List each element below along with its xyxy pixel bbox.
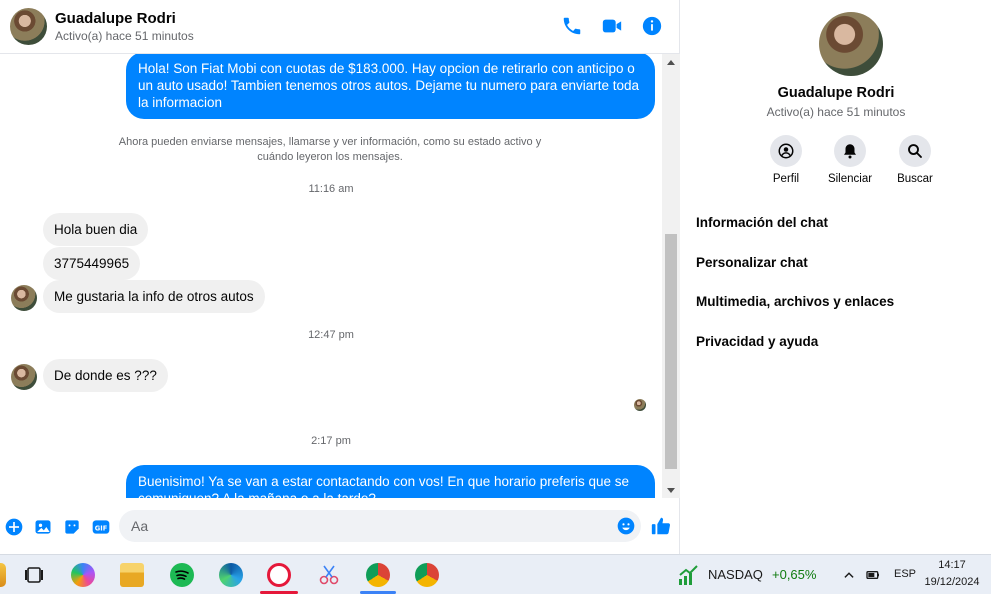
contact-avatar-small[interactable] — [11, 285, 37, 311]
menu-chat-info[interactable]: Información del chat — [696, 215, 828, 230]
chat-header: Guadalupe Rodri Activo(a) hace 51 minuto… — [0, 0, 680, 54]
chat-info-panel: Guadalupe Rodri Activo(a) hace 51 minuto… — [681, 0, 991, 554]
info-icon[interactable] — [641, 15, 663, 37]
stock-change[interactable]: +0,65% — [772, 567, 816, 582]
system-notice: Ahora pueden enviarse mensajes, llamarse… — [118, 136, 542, 163]
thumbs-up-icon[interactable] — [650, 515, 672, 537]
contact-avatar[interactable] — [10, 8, 47, 45]
svg-text:GIF: GIF — [95, 524, 108, 532]
menu-customize-chat[interactable]: Personalizar chat — [696, 255, 808, 270]
plus-icon[interactable] — [4, 517, 24, 537]
task-view-icon[interactable] — [22, 563, 46, 587]
message-input[interactable] — [131, 516, 611, 536]
file-explorer-icon[interactable] — [120, 563, 144, 587]
contact-avatar-small[interactable] — [11, 364, 37, 390]
scroll-thumb[interactable] — [665, 234, 677, 469]
spotify-icon[interactable] — [170, 563, 194, 587]
chrome-profile-icon[interactable] — [415, 563, 439, 587]
contact-name[interactable]: Guadalupe Rodri — [55, 10, 176, 27]
incoming-message[interactable]: 3775449965 — [43, 247, 141, 280]
stock-name[interactable]: NASDAQ — [708, 567, 763, 582]
copilot-icon[interactable] — [71, 563, 95, 587]
profile-label: Perfil — [772, 173, 800, 185]
gif-icon[interactable]: GIF — [91, 517, 111, 537]
bell-icon[interactable] — [834, 135, 866, 167]
scroll-down-arrow-icon[interactable] — [667, 488, 675, 493]
edge-icon[interactable] — [219, 563, 243, 587]
snipping-tool-icon[interactable] — [317, 563, 341, 587]
incoming-message[interactable]: De donde es ??? — [43, 359, 168, 392]
video-call-icon[interactable] — [601, 15, 623, 37]
message-input-container[interactable] — [119, 510, 641, 542]
clock-time[interactable]: 14:17 — [920, 559, 984, 571]
timestamp: 12:47 pm — [308, 329, 354, 341]
mute-button[interactable]: Silenciar — [815, 135, 885, 185]
chevron-up-icon[interactable] — [842, 568, 856, 582]
profile-button[interactable]: Perfil — [751, 135, 821, 185]
timestamp: 11:16 am — [308, 183, 354, 195]
chrome-icon[interactable] — [366, 563, 390, 587]
widget-icon[interactable] — [0, 563, 6, 587]
menu-privacy-help[interactable]: Privacidad y ayuda — [696, 334, 818, 349]
profile-name: Guadalupe Rodri — [777, 85, 895, 101]
clock-date[interactable]: 19/12/2024 — [920, 576, 984, 588]
contact-status: Activo(a) hace 51 minutos — [55, 29, 194, 43]
messenger-app: Guadalupe Rodri Activo(a) hace 51 minuto… — [0, 0, 991, 554]
scrollbar[interactable] — [662, 54, 680, 498]
battery-icon[interactable] — [865, 567, 881, 583]
search-label: Buscar — [897, 173, 933, 185]
input-language[interactable]: ESP — [894, 568, 916, 580]
menu-media-files-links[interactable]: Multimedia, archivos y enlaces — [696, 294, 894, 309]
scroll-up-arrow-icon[interactable] — [667, 60, 675, 65]
outgoing-message[interactable]: Hola! Son Fiat Mobi con cuotas de $183.0… — [126, 54, 655, 119]
search-icon[interactable] — [899, 135, 931, 167]
stock-trend-icon[interactable] — [677, 563, 701, 587]
emoji-icon[interactable] — [616, 516, 636, 536]
opera-icon[interactable] — [267, 563, 291, 587]
composer: GIF — [0, 498, 680, 554]
outgoing-message[interactable]: Buenisimo! Ya se van a estar contactando… — [126, 465, 655, 498]
profile-icon[interactable] — [770, 135, 802, 167]
profile-status: Activo(a) hace 51 minutos — [766, 105, 906, 119]
profile-avatar[interactable] — [819, 12, 883, 76]
message-list[interactable]: Hola! Son Fiat Mobi con cuotas de $183.0… — [0, 54, 662, 498]
read-receipt-avatar — [634, 399, 646, 411]
phone-call-icon[interactable] — [561, 15, 583, 37]
sticker-icon[interactable] — [62, 517, 82, 537]
chat-panel: Guadalupe Rodri Activo(a) hace 51 minuto… — [0, 0, 680, 554]
timestamp: 2:17 pm — [311, 435, 351, 447]
incoming-message[interactable]: Me gustaria la info de otros autos — [43, 280, 265, 313]
incoming-message[interactable]: Hola buen dia — [43, 213, 149, 246]
windows-taskbar: NASDAQ +0,65% ESP 14:17 19/12/2024 — [0, 554, 991, 594]
mute-label: Silenciar — [827, 173, 873, 185]
search-button[interactable]: Buscar — [880, 135, 950, 185]
image-icon[interactable] — [33, 517, 53, 537]
